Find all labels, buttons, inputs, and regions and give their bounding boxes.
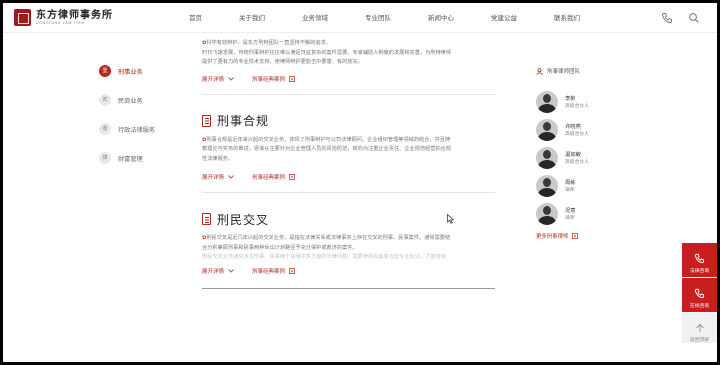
member-role: 律师	[565, 215, 575, 221]
team-member[interactable]: 周栋 律师	[536, 174, 626, 198]
section-divider	[202, 93, 495, 95]
team-member[interactable]: 李彬 高级合伙人	[536, 90, 626, 114]
expand-details-link[interactable]: 展开详情	[202, 267, 234, 275]
team-member[interactable]: 温如敏 高级合伙人	[536, 146, 626, 170]
document-icon	[202, 213, 211, 225]
team-member[interactable]: 况意 律师	[536, 202, 626, 226]
team-member[interactable]: 许晓燕 高级合伙人	[536, 118, 626, 142]
section-divider	[202, 192, 495, 193]
arrow-box-icon	[289, 75, 295, 82]
sidebar-item-wealth[interactable]: 肆 财富管理	[99, 152, 155, 164]
logo-seal	[14, 9, 31, 26]
chevron-down-icon	[228, 268, 234, 273]
expand-details-link[interactable]: 展开详情	[202, 75, 234, 83]
logo-name: 东方律师事务所	[36, 9, 113, 21]
member-role: 高级合伙人	[565, 159, 589, 165]
section-divider	[202, 287, 495, 289]
more-lawyers-link[interactable]: 更多刑事律师	[536, 232, 626, 240]
sidebar-item-administrative[interactable]: 叁 行政法律服务	[99, 123, 155, 135]
section-title: 刑事合规	[217, 114, 270, 128]
classic-cases-link[interactable]: 刑事经典案例	[252, 75, 295, 83]
member-name: 李彬	[565, 95, 576, 102]
avatar	[536, 147, 558, 169]
online-consult-label: 在线咨询	[689, 304, 710, 309]
chevron-down-icon	[228, 175, 234, 179]
nav-practice-areas[interactable]: 业务领域	[302, 3, 328, 33]
avatar	[536, 119, 558, 141]
intro-links: 展开详情 刑事经典案例	[202, 74, 495, 84]
nav-team[interactable]: 专业团队	[365, 3, 391, 33]
team-panel: 刑事律师团队 李彬 高级合伙人 许晓燕 高级合伙人 温如敏 高级合伙人 周栋 律…	[536, 66, 626, 240]
sidebar-item-label: 行政法律服务	[118, 126, 156, 134]
classic-cases-link[interactable]: 刑事经典案例	[252, 173, 295, 181]
avatar	[536, 91, 558, 113]
nav-news[interactable]: 新闻中心	[428, 3, 454, 33]
avatar	[536, 203, 558, 225]
member-name: 况意	[565, 207, 576, 214]
nav-about[interactable]: 关于我们	[239, 3, 265, 33]
expand-details-link[interactable]: 展开详情	[202, 173, 234, 181]
logo-english: DONGFANG LAW FIRM	[36, 20, 85, 25]
practice-sidebar: 壹 刑事业务 贰 民商业务 叁 行政法律服务 肆 财富管理	[99, 65, 155, 181]
sidebar-item-civil-commercial[interactable]: 贰 民商业务	[99, 94, 155, 106]
section-paragraph: ✿刑民交叉是近几年兴起的交叉业务，是指在法律关系或法律事实上存在交叉的刑事、民事…	[202, 235, 451, 260]
arrow-up-icon	[695, 323, 704, 332]
arrow-box-icon	[289, 174, 295, 180]
sidebar-number: 叁	[99, 123, 111, 135]
classic-cases-link[interactable]: 刑事经典案例	[252, 267, 295, 275]
online-consult-button[interactable]: 在线咨询	[682, 278, 717, 312]
legal-consult-button[interactable]: 法律咨询	[682, 243, 717, 277]
member-role: 高级合伙人	[565, 103, 589, 109]
sidebar-item-label: 民商业务	[118, 97, 143, 105]
section-links: 展开详情 刑事经典案例	[202, 172, 495, 182]
section-paragraph: ✿刑事合规是近年来兴起的交叉业务，体现了刑事辩护与公司法律顾问、企业组织管理等领…	[202, 136, 452, 162]
member-role: 高级合伙人	[565, 131, 589, 137]
legal-consult-label: 法律咨询	[689, 269, 710, 274]
section-title: 刑民交叉	[217, 212, 270, 227]
sidebar-number: 肆	[99, 152, 111, 164]
sidebar-item-label: 财富管理	[118, 155, 143, 163]
team-title: 刑事律师团队	[536, 66, 626, 76]
member-role: 律师	[565, 187, 575, 193]
section-header: 刑事合规	[202, 114, 495, 128]
phone-icon[interactable]	[661, 12, 673, 24]
section-links: 展开详情 刑事经典案例	[202, 266, 495, 276]
search-icon[interactable]	[688, 12, 700, 24]
arrow-box-icon	[572, 233, 579, 239]
back-to-top-label: 返回顶部	[689, 338, 710, 343]
arrow-box-icon	[289, 267, 295, 274]
sidebar-number: 壹	[99, 65, 111, 77]
phone-icon	[694, 288, 705, 299]
member-name: 温如敏	[565, 151, 581, 158]
intro-paragraph: ✿科学有效辩护，是东方刑辩团队一直坚持不懈的追求。 时代飞速发展，传统刑事辩护往…	[202, 40, 452, 65]
browser-viewport: 东方律师事务所 DONGFANG LAW FIRM 首页 关于我们 业务领域 专…	[3, 3, 717, 362]
avatar	[536, 175, 558, 197]
document-icon	[202, 114, 211, 127]
member-name: 许晓燕	[565, 123, 581, 130]
team-icon	[536, 67, 543, 75]
member-name: 周栋	[565, 179, 576, 186]
sidebar-number: 贰	[99, 94, 111, 106]
phone-icon	[694, 253, 705, 264]
sidebar-item-label: 刑事业务	[118, 68, 143, 76]
sidebar-item-criminal[interactable]: 壹 刑事业务	[99, 65, 155, 77]
nav-party-welfare[interactable]: 党建公益	[491, 3, 517, 33]
site-logo[interactable]: 东方律师事务所 DONGFANG LAW FIRM	[14, 9, 113, 26]
main-nav: 首页 关于我们 业务领域 专业团队 新闻中心 党建公益 联系我们	[189, 3, 617, 33]
mouse-cursor-icon	[447, 214, 454, 224]
site-header: 东方律师事务所 DONGFANG LAW FIRM 首页 关于我们 业务领域 专…	[3, 3, 717, 33]
nav-contact[interactable]: 联系我们	[554, 3, 580, 33]
nav-home[interactable]: 首页	[189, 3, 202, 33]
back-to-top-button[interactable]: 返回顶部	[682, 313, 717, 343]
chevron-down-icon	[228, 76, 234, 81]
practice-content: ✿科学有效辩护，是东方刑辩团队一直坚持不懈的追求。 时代飞速发展，传统刑事辩护往…	[202, 39, 495, 289]
